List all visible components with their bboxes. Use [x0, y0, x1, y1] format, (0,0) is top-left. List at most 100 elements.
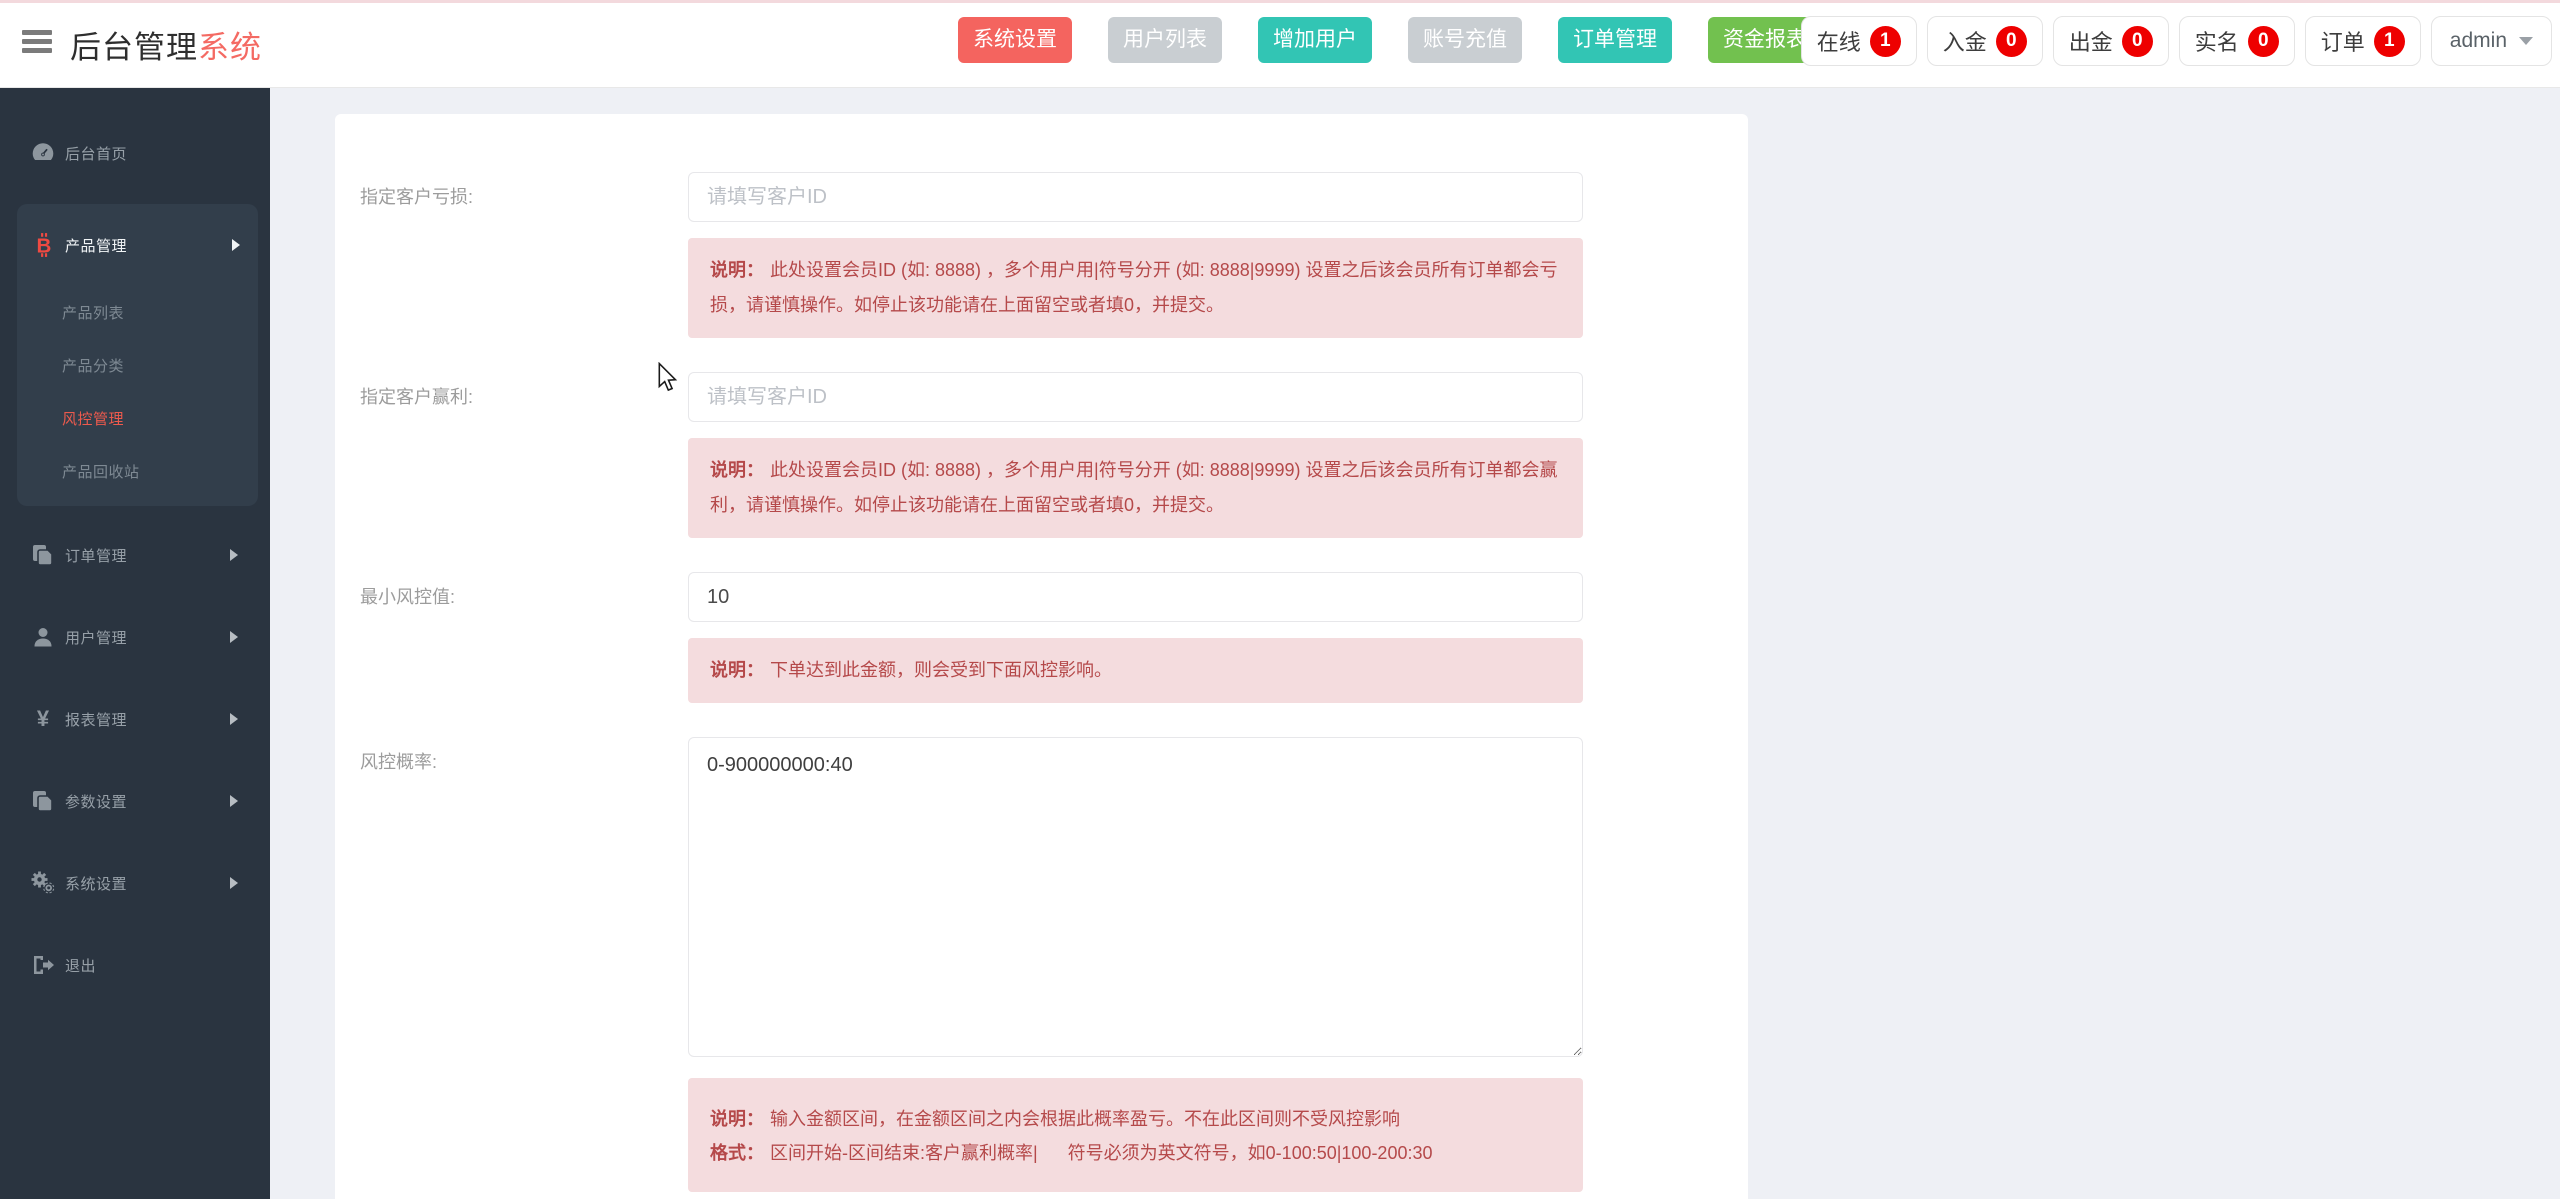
- sidebar-item-label: 产品管理: [65, 235, 127, 256]
- dashboard-icon: [30, 140, 56, 166]
- deposit-counter[interactable]: 入金 0: [1927, 16, 2043, 66]
- header-action-buttons: 系统设置 用户列表 增加用户 账号充值 订单管理 资金报表: [958, 17, 1822, 63]
- note-text: 此处设置会员ID (如: 8888) ，多个用户用|符号分开 (如: 8888|…: [710, 460, 1557, 515]
- chevron-right-icon: [230, 549, 238, 561]
- note-text: 下单达到此金额，则会受到下面风控影响。: [770, 660, 1112, 680]
- user-icon: [30, 624, 56, 650]
- sidebar-item-logout[interactable]: 退出: [0, 924, 270, 1006]
- sidebar-item-label: 订单管理: [65, 545, 127, 566]
- submenu-item-label: 产品分类: [62, 355, 124, 376]
- risk-probability-note: 说明： 输入金额区间，在金额区间之内会根据此概率盈亏。不在此区间则不受风控影响 格…: [688, 1078, 1583, 1192]
- sidebar-item-product-category[interactable]: 产品分类: [17, 339, 258, 392]
- system-settings-button[interactable]: 系统设置: [958, 17, 1072, 63]
- documents-icon: [30, 542, 56, 568]
- sidebar-item-user-management[interactable]: 用户管理: [0, 596, 270, 678]
- win-customer-note: 说明：此处设置会员ID (如: 8888) ，多个用户用|符号分开 (如: 88…: [688, 438, 1583, 538]
- min-risk-value-note: 说明： 下单达到此金额，则会受到下面风控影响。: [688, 638, 1583, 703]
- gears-icon: [30, 870, 56, 896]
- user-list-button[interactable]: 用户列表: [1108, 17, 1222, 63]
- form-row-loss-customer: 指定客户亏损: 说明：此处设置会员ID (如: 8888) ，多个用户用|符号分…: [335, 114, 1748, 338]
- deposit-counter-badge: 0: [1996, 26, 2027, 57]
- top-header-bar: 后台管理系统 系统设置 用户列表 增加用户 账号充值 订单管理 资金报表 在线 …: [0, 0, 2560, 88]
- sidebar-item-label: 用户管理: [65, 627, 127, 648]
- top-accent-stripe: [0, 0, 2560, 3]
- loss-customer-input[interactable]: [688, 172, 1583, 222]
- submenu-item-label: 产品回收站: [62, 461, 140, 482]
- order-counter-label: 订单: [2321, 25, 2365, 57]
- sidebar-item-product-list[interactable]: 产品列表: [17, 286, 258, 339]
- loss-customer-label: 指定客户亏损:: [335, 172, 688, 222]
- online-counter-badge: 1: [1870, 26, 1901, 57]
- risk-settings-card: 指定客户亏损: 说明：此处设置会员ID (如: 8888) ，多个用户用|符号分…: [335, 114, 1748, 1199]
- sidebar-item-order-management[interactable]: 订单管理: [0, 514, 270, 596]
- account-recharge-button[interactable]: 账号充值: [1408, 17, 1522, 63]
- sidebar-item-dashboard[interactable]: 后台首页: [0, 112, 270, 194]
- add-user-button[interactable]: 增加用户: [1258, 17, 1372, 63]
- sidebar-item-product-management[interactable]: B 产品管理: [17, 204, 258, 286]
- sidebar-item-risk-management-active[interactable]: 风控管理: [17, 392, 258, 445]
- withdraw-counter-badge: 0: [2122, 26, 2153, 57]
- yen-icon: ¥: [30, 706, 56, 732]
- note-text: 此处设置会员ID (如: 8888) ，多个用户用|符号分开 (如: 8888|…: [710, 260, 1557, 315]
- note-text: 输入金额区间，在金额区间之内会根据此概率盈亏。不在此区间则不受风控影响: [770, 1109, 1400, 1129]
- svg-text:B: B: [37, 235, 52, 258]
- header-status-area: 在线 1 入金 0 出金 0 实名 0 订单 1 admin: [1801, 16, 2552, 66]
- chevron-right-icon: [230, 877, 238, 889]
- sidebar-item-system-settings[interactable]: 系统设置: [0, 842, 270, 924]
- admin-user-dropdown[interactable]: admin: [2431, 16, 2552, 66]
- note-bold-prefix: 说明：: [710, 460, 764, 480]
- hamburger-menu-icon[interactable]: [22, 30, 52, 56]
- chevron-right-icon: [230, 713, 238, 725]
- submenu-item-label-active: 风控管理: [62, 408, 124, 429]
- order-counter[interactable]: 订单 1: [2305, 16, 2421, 66]
- online-counter-label: 在线: [1817, 25, 1861, 57]
- note-bold-prefix: 说明：: [710, 660, 764, 680]
- online-counter[interactable]: 在线 1: [1801, 16, 1917, 66]
- win-customer-label: 指定客户赢利:: [335, 372, 688, 422]
- chevron-right-icon: [230, 631, 238, 643]
- deposit-counter-label: 入金: [1943, 25, 1987, 57]
- sidebar-item-label: 系统设置: [65, 873, 127, 894]
- chevron-right-icon: [230, 795, 238, 807]
- note-line: 格式： 区间开始-区间结束:客户赢利概率| 符号必须为英文符号，如0-100:50…: [710, 1136, 1561, 1170]
- risk-probability-textarea[interactable]: 0-900000000:40: [688, 737, 1583, 1057]
- order-management-button[interactable]: 订单管理: [1558, 17, 1672, 63]
- note-bold-prefix: 说明：: [710, 1109, 764, 1129]
- sidebar-item-report-management[interactable]: ¥ 报表管理: [0, 678, 270, 760]
- sidebar-item-label: 报表管理: [65, 709, 127, 730]
- chevron-right-icon: [232, 239, 240, 251]
- min-risk-value-input[interactable]: [688, 572, 1583, 622]
- form-row-win-customer: 指定客户赢利: 说明：此处设置会员ID (如: 8888) ，多个用户用|符号分…: [335, 372, 1748, 538]
- loss-customer-note: 说明：此处设置会员ID (如: 8888) ，多个用户用|符号分开 (如: 88…: [688, 238, 1583, 338]
- win-customer-input[interactable]: [688, 372, 1583, 422]
- min-risk-value-label: 最小风控值:: [335, 572, 688, 622]
- realname-counter-badge: 0: [2248, 26, 2279, 57]
- admin-user-name: admin: [2450, 29, 2507, 53]
- risk-probability-label: 风控概率:: [335, 737, 688, 787]
- note-bold-prefix: 说明：: [710, 260, 764, 280]
- order-counter-badge: 1: [2374, 26, 2405, 57]
- app-title-dark: 后台管理: [70, 30, 198, 65]
- app-title: 后台管理系统: [70, 22, 262, 67]
- note-line: 说明： 输入金额区间，在金额区间之内会根据此概率盈亏。不在此区间则不受风控影响: [710, 1102, 1561, 1136]
- logout-icon: [30, 952, 56, 978]
- app-title-accent: 系统: [198, 30, 262, 65]
- note-bold-prefix: 格式：: [710, 1143, 764, 1163]
- withdraw-counter-label: 出金: [2069, 25, 2113, 57]
- chevron-down-icon: [2519, 37, 2533, 45]
- realname-counter[interactable]: 实名 0: [2179, 16, 2295, 66]
- sidebar-group-products: B 产品管理 产品列表 产品分类 风控管理 产品回收站: [17, 204, 258, 506]
- submenu-item-label: 产品列表: [62, 302, 124, 323]
- sidebar-item-label: 参数设置: [65, 791, 127, 812]
- withdraw-counter[interactable]: 出金 0: [2053, 16, 2169, 66]
- sidebar-nav: 后台首页 B 产品管理 产品列表 产品分类 风控管理: [0, 88, 270, 1199]
- form-row-risk-probability: 风控概率: 0-900000000:40 说明： 输入金额区间，在金额区间之内会根…: [335, 737, 1748, 1192]
- sidebar-item-parameter-settings[interactable]: 参数设置: [0, 760, 270, 842]
- documents-icon: [30, 788, 56, 814]
- form-row-min-risk-value: 最小风控值: 说明： 下单达到此金额，则会受到下面风控影响。: [335, 572, 1748, 703]
- sidebar-item-product-recycle[interactable]: 产品回收站: [17, 445, 258, 498]
- sidebar-item-label: 退出: [65, 955, 96, 976]
- bitcoin-icon: B: [30, 232, 56, 258]
- sidebar-item-label: 后台首页: [65, 143, 127, 164]
- note-text: 区间开始-区间结束:客户赢利概率| 符号必须为英文符号，如0-100:50|10…: [770, 1143, 1433, 1163]
